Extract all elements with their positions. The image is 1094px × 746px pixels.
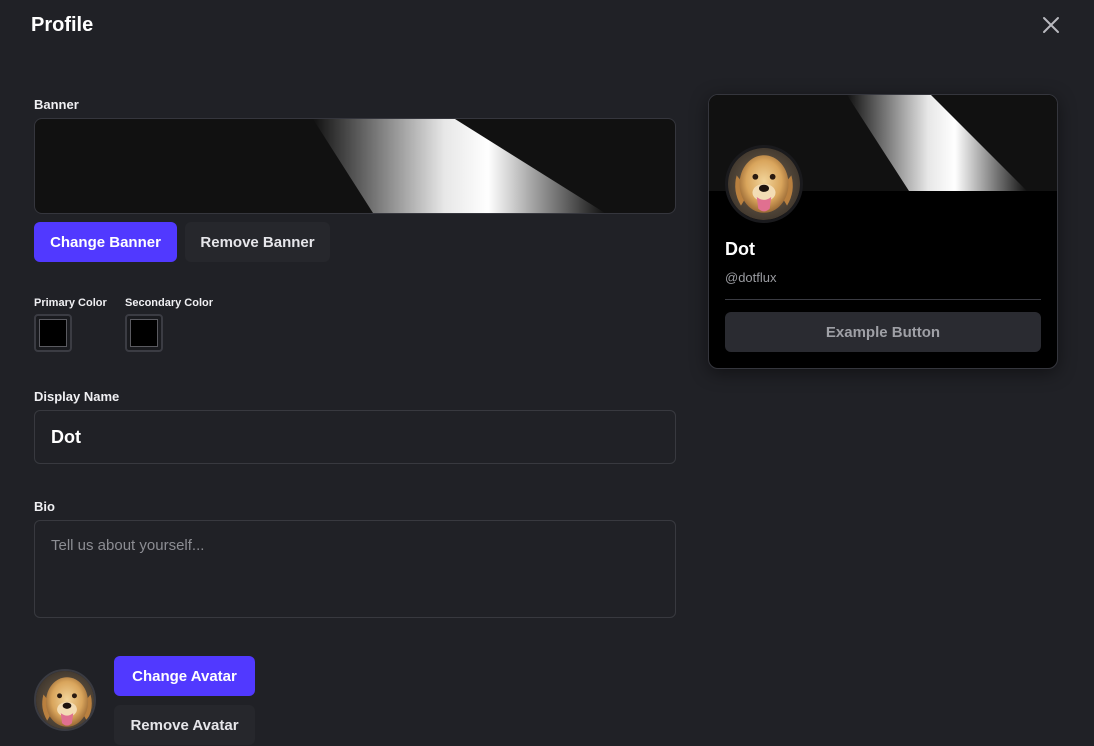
example-button[interactable]: Example Button xyxy=(725,312,1041,352)
secondary-color-swatch[interactable] xyxy=(125,314,163,352)
change-banner-button[interactable]: Change Banner xyxy=(34,222,177,262)
display-name-input[interactable] xyxy=(34,410,676,464)
display-name-label: Display Name xyxy=(34,389,120,404)
bio-textarea[interactable] xyxy=(34,520,676,618)
secondary-color-label: Secondary Color xyxy=(125,297,214,309)
dialog-title: Profile xyxy=(31,14,94,36)
preview-handle: @dotflux xyxy=(725,270,777,285)
avatar xyxy=(34,669,96,731)
primary-color-fill xyxy=(39,319,67,347)
preview-name: Dot xyxy=(725,239,755,259)
profile-preview-card: Dot @dotflux Example Button xyxy=(708,94,1058,369)
change-avatar-button[interactable]: Change Avatar xyxy=(114,656,255,696)
dog-avatar-image xyxy=(36,671,96,731)
close-icon[interactable] xyxy=(1040,14,1062,36)
primary-color-swatch[interactable] xyxy=(34,314,72,352)
remove-banner-button[interactable]: Remove Banner xyxy=(185,222,330,262)
primary-color-label: Primary Color xyxy=(34,297,107,309)
banner-light-streak xyxy=(313,119,605,213)
preview-dog-avatar-image xyxy=(728,148,800,220)
preview-divider xyxy=(725,299,1041,300)
preview-avatar xyxy=(725,145,803,223)
secondary-color-fill xyxy=(130,319,158,347)
banner-image xyxy=(34,118,676,214)
bio-label: Bio xyxy=(34,499,55,514)
remove-avatar-button[interactable]: Remove Avatar xyxy=(114,705,255,745)
banner-label: Banner xyxy=(34,97,79,112)
